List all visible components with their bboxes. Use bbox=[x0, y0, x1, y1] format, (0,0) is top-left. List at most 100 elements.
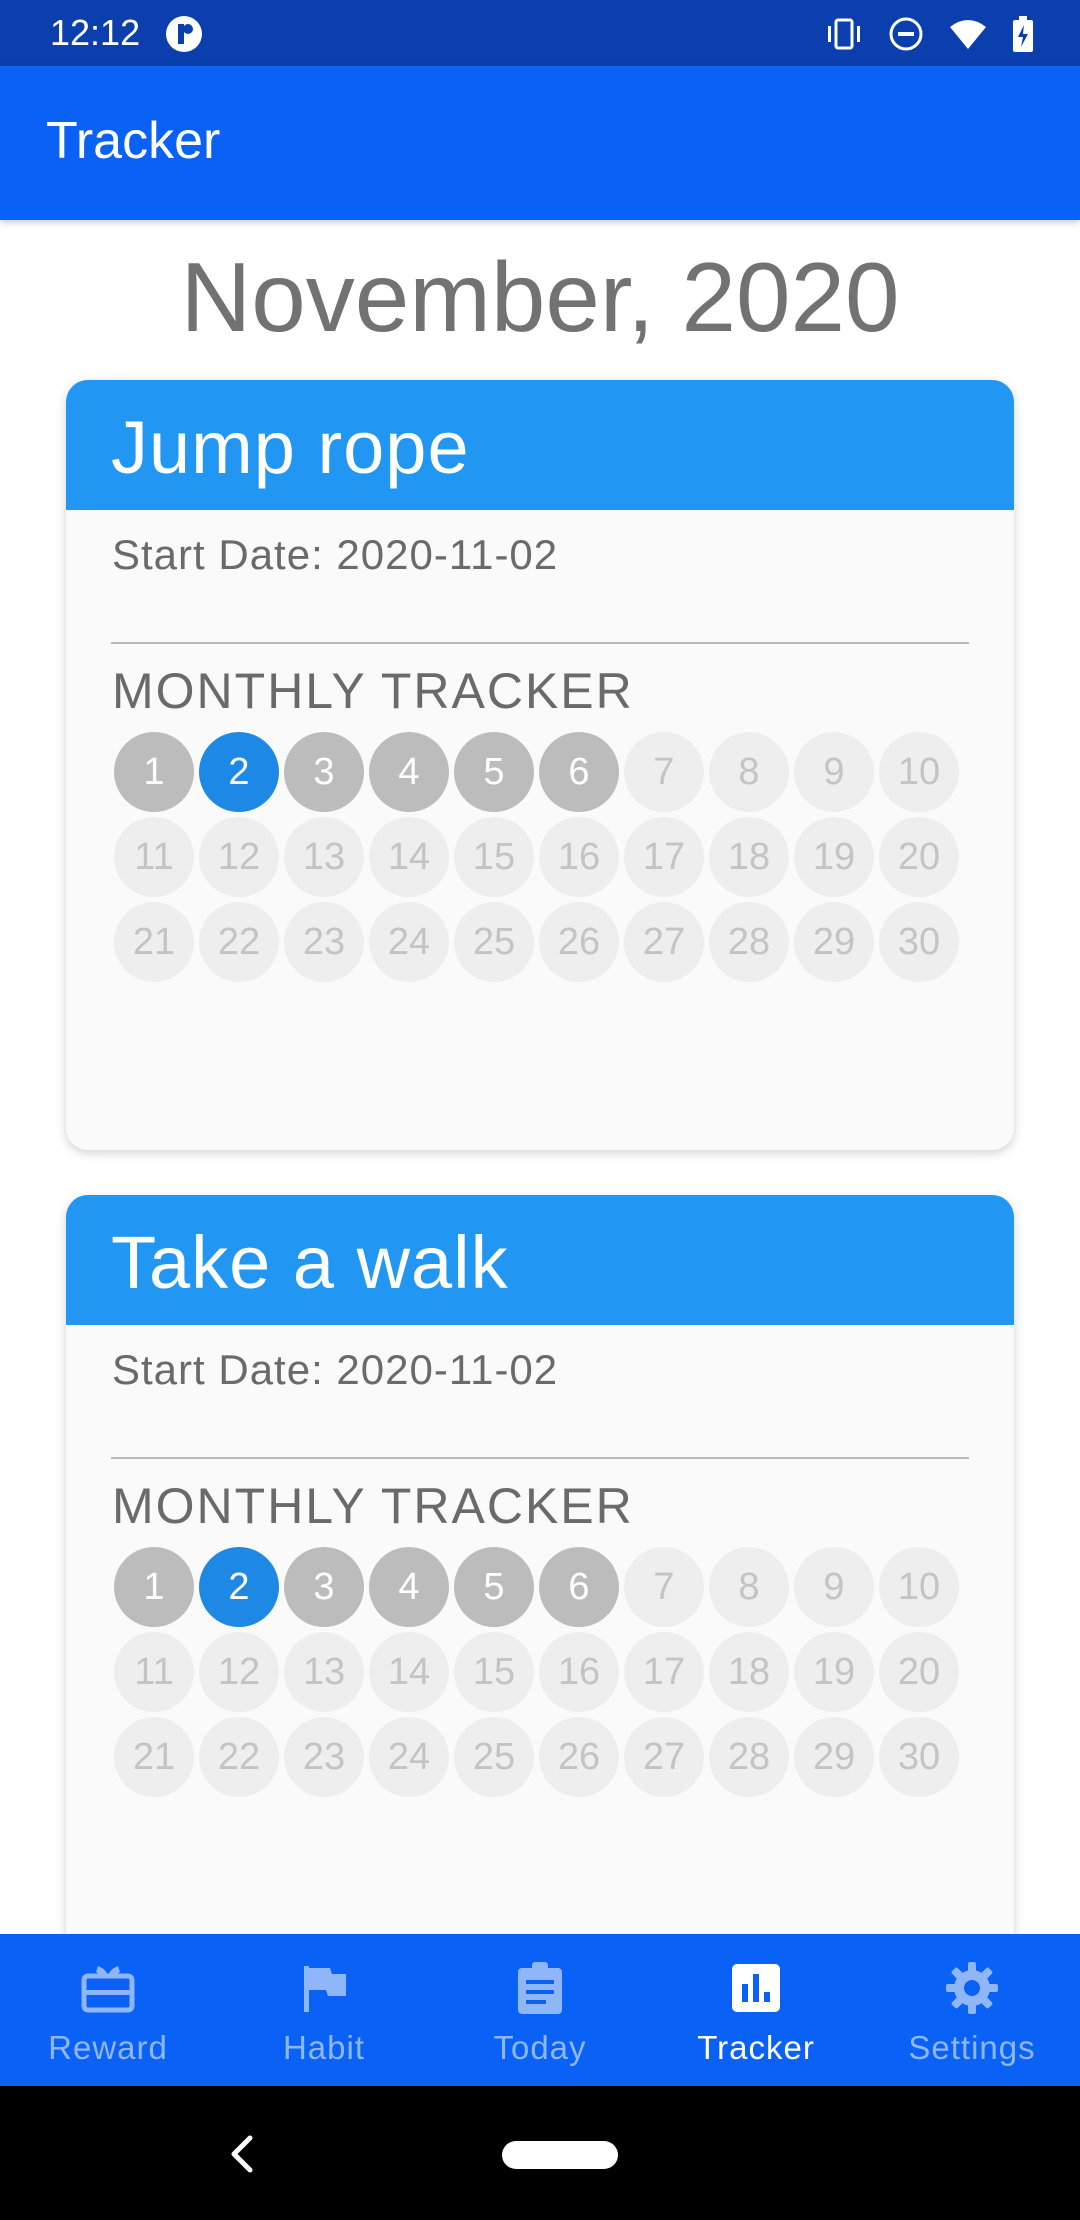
day-circle[interactable]: 22 bbox=[199, 902, 279, 982]
day-circle[interactable]: 7 bbox=[624, 732, 704, 812]
day-circle[interactable]: 14 bbox=[369, 1632, 449, 1712]
day-circle[interactable]: 21 bbox=[114, 902, 194, 982]
day-circle[interactable]: 25 bbox=[454, 1717, 534, 1797]
day-circle[interactable]: 10 bbox=[879, 732, 959, 812]
day-circle[interactable]: 27 bbox=[624, 902, 704, 982]
day-circle[interactable]: 6 bbox=[539, 732, 619, 812]
nav-item-tracker[interactable]: Tracker bbox=[648, 1934, 864, 2086]
nav-item-today[interactable]: Today bbox=[432, 1934, 648, 2086]
nav-label: Habit bbox=[282, 2029, 366, 2066]
day-circle[interactable]: 8 bbox=[709, 732, 789, 812]
gift-card-icon bbox=[81, 1966, 135, 2013]
day-circle[interactable]: 5 bbox=[454, 732, 534, 812]
habit-card-header: Take a walk bbox=[66, 1195, 1014, 1325]
day-circle[interactable]: 24 bbox=[369, 1717, 449, 1797]
day-circle[interactable]: 23 bbox=[284, 1717, 364, 1797]
day-circle[interactable]: 2 bbox=[199, 1547, 279, 1627]
day-circle[interactable]: 23 bbox=[284, 902, 364, 982]
nav-item-habit[interactable]: Habit bbox=[216, 1934, 432, 2086]
nav-item-reward[interactable]: Reward bbox=[0, 1934, 216, 2086]
day-circle[interactable]: 12 bbox=[199, 817, 279, 897]
day-circle[interactable]: 25 bbox=[454, 902, 534, 982]
day-circle[interactable]: 21 bbox=[114, 1717, 194, 1797]
monthly-tracker-label: MONTHLY TRACKER bbox=[112, 663, 634, 719]
status-bar: 12:12 bbox=[0, 0, 1080, 66]
system-navigation-bar bbox=[0, 2086, 1080, 2220]
day-circle[interactable]: 28 bbox=[709, 1717, 789, 1797]
day-circle[interactable]: 16 bbox=[539, 817, 619, 897]
status-icons bbox=[824, 14, 1034, 54]
habit-card[interactable]: Take a walk Start Date: 2020-11-02 MONTH… bbox=[66, 1195, 1014, 1934]
day-circle[interactable]: 27 bbox=[624, 1717, 704, 1797]
divider bbox=[111, 1457, 969, 1459]
day-circle[interactable]: 10 bbox=[879, 1547, 959, 1627]
habit-card-header: Jump rope bbox=[66, 380, 1014, 510]
day-circle[interactable]: 19 bbox=[794, 817, 874, 897]
day-circle[interactable]: 8 bbox=[709, 1547, 789, 1627]
monthly-tracker-grid: 1 2 3 4 5 6 7 8 9 10 11 12 13 14 15 16 17 18 19 20 21 22 23 24 2… bbox=[114, 1547, 974, 1802]
page-title: Tracker bbox=[46, 112, 221, 170]
day-circle[interactable]: 20 bbox=[879, 1632, 959, 1712]
day-circle[interactable]: 7 bbox=[624, 1547, 704, 1627]
day-circle[interactable]: 29 bbox=[794, 1717, 874, 1797]
habit-start-date: Start Date: 2020-11-02 bbox=[112, 531, 559, 578]
monthly-tracker-label: MONTHLY TRACKER bbox=[112, 1478, 634, 1534]
day-circle[interactable]: 17 bbox=[624, 817, 704, 897]
day-circle[interactable]: 16 bbox=[539, 1632, 619, 1712]
day-circle[interactable]: 15 bbox=[454, 1632, 534, 1712]
divider bbox=[111, 642, 969, 644]
day-circle[interactable]: 15 bbox=[454, 817, 534, 897]
day-circle[interactable]: 14 bbox=[369, 817, 449, 897]
day-circle[interactable]: 6 bbox=[539, 1547, 619, 1627]
habit-title: Jump rope bbox=[111, 406, 470, 489]
status-time: 12:12 bbox=[50, 12, 141, 53]
day-circle[interactable]: 13 bbox=[284, 1632, 364, 1712]
nav-label: Settings bbox=[908, 2029, 1036, 2066]
day-circle[interactable]: 1 bbox=[114, 1547, 194, 1627]
back-icon[interactable] bbox=[222, 2132, 262, 2176]
day-circle[interactable]: 1 bbox=[114, 732, 194, 812]
wifi-icon bbox=[950, 20, 986, 49]
day-circle[interactable]: 3 bbox=[284, 732, 364, 812]
day-circle[interactable]: 28 bbox=[709, 902, 789, 982]
tracker-content[interactable]: November, 2020 Jump rope Start Date: 202… bbox=[0, 220, 1080, 1934]
day-circle[interactable]: 5 bbox=[454, 1547, 534, 1627]
app-notification-icon bbox=[166, 16, 202, 52]
habit-title: Take a walk bbox=[111, 1221, 509, 1304]
day-circle[interactable]: 4 bbox=[369, 732, 449, 812]
day-circle[interactable]: 17 bbox=[624, 1632, 704, 1712]
day-circle[interactable]: 24 bbox=[369, 902, 449, 982]
day-circle[interactable]: 11 bbox=[114, 1632, 194, 1712]
day-circle[interactable]: 22 bbox=[199, 1717, 279, 1797]
day-circle[interactable]: 20 bbox=[879, 817, 959, 897]
day-circle[interactable]: 3 bbox=[284, 1547, 364, 1627]
day-circle[interactable]: 9 bbox=[794, 1547, 874, 1627]
nav-label: Tracker bbox=[697, 2029, 815, 2066]
do-not-disturb-icon bbox=[889, 17, 923, 51]
day-circle[interactable]: 12 bbox=[199, 1632, 279, 1712]
nav-label: Reward bbox=[48, 2029, 168, 2066]
habit-card[interactable]: Jump rope Start Date: 2020-11-02 MONTHLY… bbox=[66, 380, 1014, 1150]
day-circle[interactable]: 30 bbox=[879, 902, 959, 982]
vibrate-icon bbox=[828, 18, 860, 50]
battery-charging-icon bbox=[1013, 16, 1033, 52]
day-circle[interactable]: 26 bbox=[539, 902, 619, 982]
clipboard-icon bbox=[518, 1962, 562, 2014]
bar-chart-icon bbox=[732, 1964, 780, 2012]
gear-icon bbox=[946, 1962, 998, 2014]
day-circle[interactable]: 2 bbox=[199, 732, 279, 812]
day-circle[interactable]: 30 bbox=[879, 1717, 959, 1797]
day-circle[interactable]: 18 bbox=[709, 1632, 789, 1712]
day-circle[interactable]: 26 bbox=[539, 1717, 619, 1797]
monthly-tracker-grid: 1 2 3 4 5 6 7 8 9 10 11 12 13 14 15 16 17 18 19 20 21 22 23 24 2… bbox=[114, 732, 974, 987]
day-circle[interactable]: 9 bbox=[794, 732, 874, 812]
day-circle[interactable]: 18 bbox=[709, 817, 789, 897]
day-circle[interactable]: 4 bbox=[369, 1547, 449, 1627]
month-title: November, 2020 bbox=[180, 242, 900, 352]
day-circle[interactable]: 13 bbox=[284, 817, 364, 897]
home-pill-button[interactable] bbox=[502, 2141, 618, 2169]
day-circle[interactable]: 11 bbox=[114, 817, 194, 897]
day-circle[interactable]: 19 bbox=[794, 1632, 874, 1712]
nav-item-settings[interactable]: Settings bbox=[864, 1934, 1080, 2086]
day-circle[interactable]: 29 bbox=[794, 902, 874, 982]
